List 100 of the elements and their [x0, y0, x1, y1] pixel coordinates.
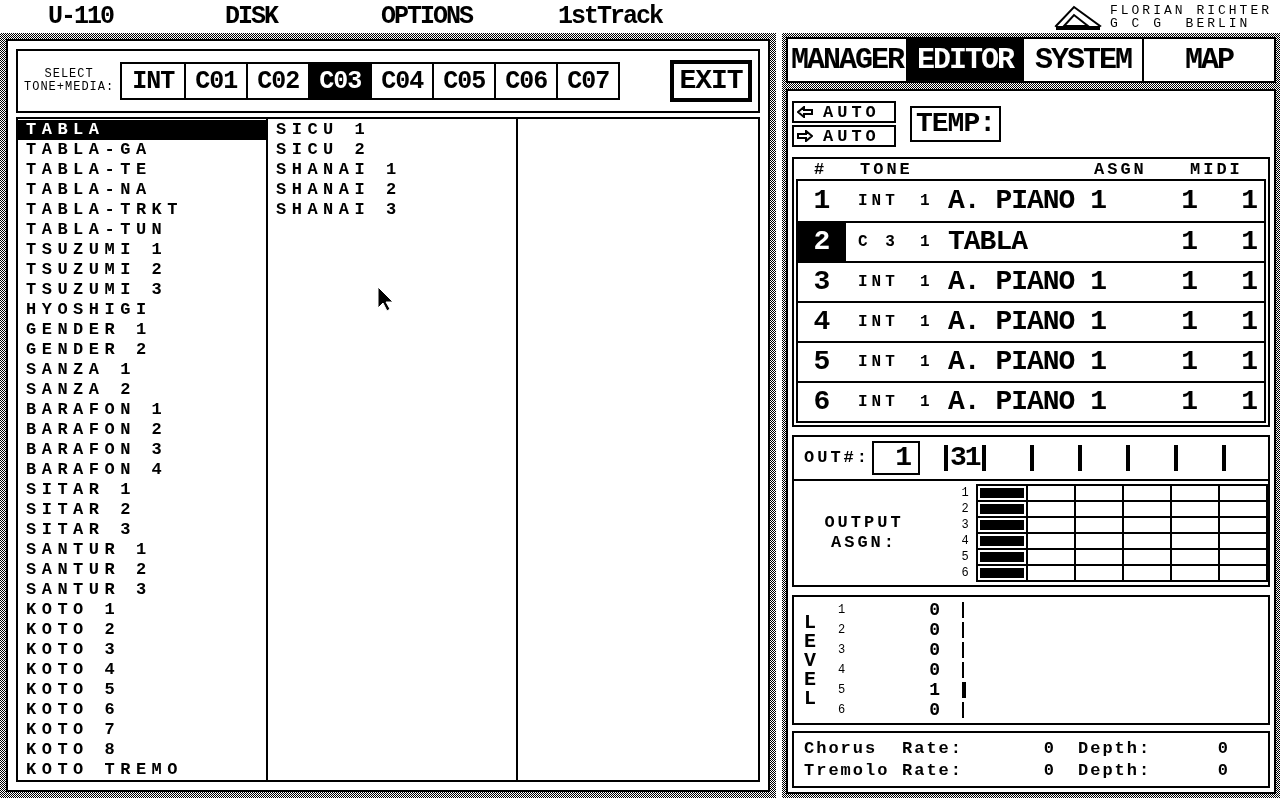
temp-button[interactable]: TEMP: — [910, 106, 1001, 142]
tone-list-item[interactable]: TABLA-TRKT — [18, 200, 266, 220]
table-cell-text: 1 — [1180, 184, 1198, 218]
tone-list-item[interactable]: SHANAI 3 — [268, 200, 516, 220]
part-number[interactable]: 1 — [798, 181, 846, 221]
row-number: 4 — [961, 533, 969, 549]
table-cell-text: 1 — [920, 232, 931, 253]
logo-text: G C G BERLIN — [1109, 16, 1252, 30]
tone-list-item[interactable]: SICU 1 — [268, 120, 516, 140]
column-header: TONE — [860, 160, 914, 178]
tone-list-item[interactable]: TSUZUMI 2 — [18, 260, 266, 280]
row-number: 5 — [961, 549, 969, 565]
effect-name: Tremolo — [804, 759, 891, 782]
tone-list-item[interactable]: HYOSHIGI — [18, 300, 266, 320]
tone-list-item[interactable]: KOTO 7 — [18, 720, 266, 740]
output-assign-label: OUTPUT ASGN: — [823, 513, 905, 553]
table-cell-text: A. PIANO 1 — [948, 305, 1108, 339]
tone-list-item[interactable]: TSUZUMI 1 — [18, 240, 266, 260]
table-cell-text: INT — [857, 312, 900, 333]
tone-list-item[interactable]: TABLA-GA — [18, 140, 266, 160]
tone-list-item[interactable]: SHANAI 1 — [268, 160, 516, 180]
part-number[interactable]: 5 — [798, 343, 846, 381]
column-header: # — [813, 160, 829, 178]
effect-name: Chorus — [804, 737, 879, 760]
menu-item[interactable]: OPTIONS — [381, 4, 473, 29]
tone-list-item[interactable]: KOTO 2 — [18, 620, 266, 640]
depth-label: Depth: — [1078, 759, 1153, 782]
table-cell-text: INT — [857, 352, 900, 373]
tone-list-item[interactable]: KOTO 4 — [18, 660, 266, 680]
table-cell-text: A. PIANO 1 — [948, 385, 1108, 419]
auto-button[interactable]: AUTO — [792, 125, 896, 147]
tone-list-item[interactable]: TSUZUMI 3 — [18, 280, 266, 300]
tone-list-item[interactable]: SANTUR 3 — [18, 580, 266, 600]
tone-list-item[interactable]: SITAR 2 — [18, 500, 266, 520]
table-cell-text: 1 — [920, 312, 931, 333]
auto-button[interactable]: AUTO — [792, 101, 896, 123]
tone-list-item[interactable]: SITAR 3 — [18, 520, 266, 540]
tone-list-item[interactable]: SANZA 2 — [18, 380, 266, 400]
depth-value: 0 — [1216, 737, 1230, 760]
assigned-cell[interactable] — [978, 550, 1026, 564]
part-number[interactable]: 3 — [798, 263, 846, 301]
assigned-cell[interactable] — [978, 534, 1026, 548]
part-number[interactable]: 2 — [798, 223, 846, 261]
tone-list-item[interactable]: SANTUR 1 — [18, 540, 266, 560]
depth-label: Depth: — [1078, 737, 1153, 760]
assigned-cell[interactable] — [978, 518, 1026, 532]
out-field[interactable]: 1 — [872, 441, 920, 475]
table-cell-text: 1 — [920, 352, 931, 373]
table-cell-text: 1 — [920, 392, 931, 413]
tone-list-item[interactable]: KOTO TREMO — [18, 760, 266, 780]
part-number[interactable]: 4 — [798, 303, 846, 341]
tone-list-item[interactable]: TABLA — [18, 120, 266, 140]
menu-item[interactable]: DISK — [225, 4, 278, 29]
tone-list-item[interactable]: SHANAI 2 — [268, 180, 516, 200]
exit-button[interactable]: EXIT — [670, 60, 752, 102]
tone-list-item[interactable]: SANZA 1 — [18, 360, 266, 380]
table-cell-text: TABLA — [948, 225, 1029, 259]
tone-list-item[interactable]: TABLA-NA — [18, 180, 266, 200]
table-cell-text: 1 — [1180, 305, 1198, 339]
menu-item[interactable]: 1stTrack — [558, 4, 663, 29]
tone-list-item[interactable]: SANTUR 2 — [18, 560, 266, 580]
part-number[interactable]: 6 — [798, 383, 846, 421]
tone-list-item[interactable]: GENDER 1 — [18, 320, 266, 340]
row-number: 3 — [961, 517, 969, 533]
tone-list-item[interactable]: KOTO 6 — [18, 700, 266, 720]
tone-list-item[interactable]: SICU 2 — [268, 140, 516, 160]
tone-list-item[interactable]: BARAFON 4 — [18, 460, 266, 480]
tone-list-item[interactable]: KOTO 1 — [18, 600, 266, 620]
level-label: LEVEL — [804, 612, 817, 708]
left-arrow-icon — [797, 106, 813, 118]
row-number: 2 — [838, 622, 847, 639]
rate-label: Rate: — [902, 737, 964, 760]
tone-list-item[interactable]: BARAFON 2 — [18, 420, 266, 440]
row-number: 2 — [961, 501, 969, 517]
select-label: SELECT TONE+MEDIA: — [24, 68, 115, 94]
media-tab[interactable]: C03 — [308, 64, 371, 98]
row-number: 6 — [961, 565, 969, 581]
tone-list-item[interactable]: TABLA-TUN — [18, 220, 266, 240]
table-cell-text: 1 — [1180, 345, 1198, 379]
assigned-cell[interactable] — [978, 486, 1026, 500]
row-number: 4 — [838, 662, 847, 679]
tone-list-item[interactable]: KOTO 3 — [18, 640, 266, 660]
tone-list-item[interactable]: BARAFON 3 — [18, 440, 266, 460]
tone-list-item[interactable]: KOTO 5 — [18, 680, 266, 700]
tone-list-item[interactable]: SITAR 1 — [18, 480, 266, 500]
tone-list-item[interactable]: TABLA-TE — [18, 160, 266, 180]
tone-list-item[interactable]: KOTO 8 — [18, 740, 266, 760]
tone-list-item[interactable]: GENDER 2 — [18, 340, 266, 360]
depth-value: 0 — [1216, 759, 1230, 782]
row-number: 1 — [961, 485, 969, 501]
assigned-cell[interactable] — [978, 502, 1026, 516]
table-cell-text: A. PIANO 1 — [948, 265, 1108, 299]
assigned-cell[interactable] — [978, 566, 1026, 580]
row-number: 3 — [838, 642, 847, 659]
table-cell-text: INT — [857, 272, 900, 293]
menu-item[interactable]: U-110 — [48, 4, 113, 29]
table-cell-text: 1 — [1240, 225, 1258, 259]
table-cell-text: INT — [857, 191, 900, 212]
tone-list-item[interactable]: BARAFON 1 — [18, 400, 266, 420]
mode-tab[interactable]: EDITOR — [906, 39, 1022, 81]
